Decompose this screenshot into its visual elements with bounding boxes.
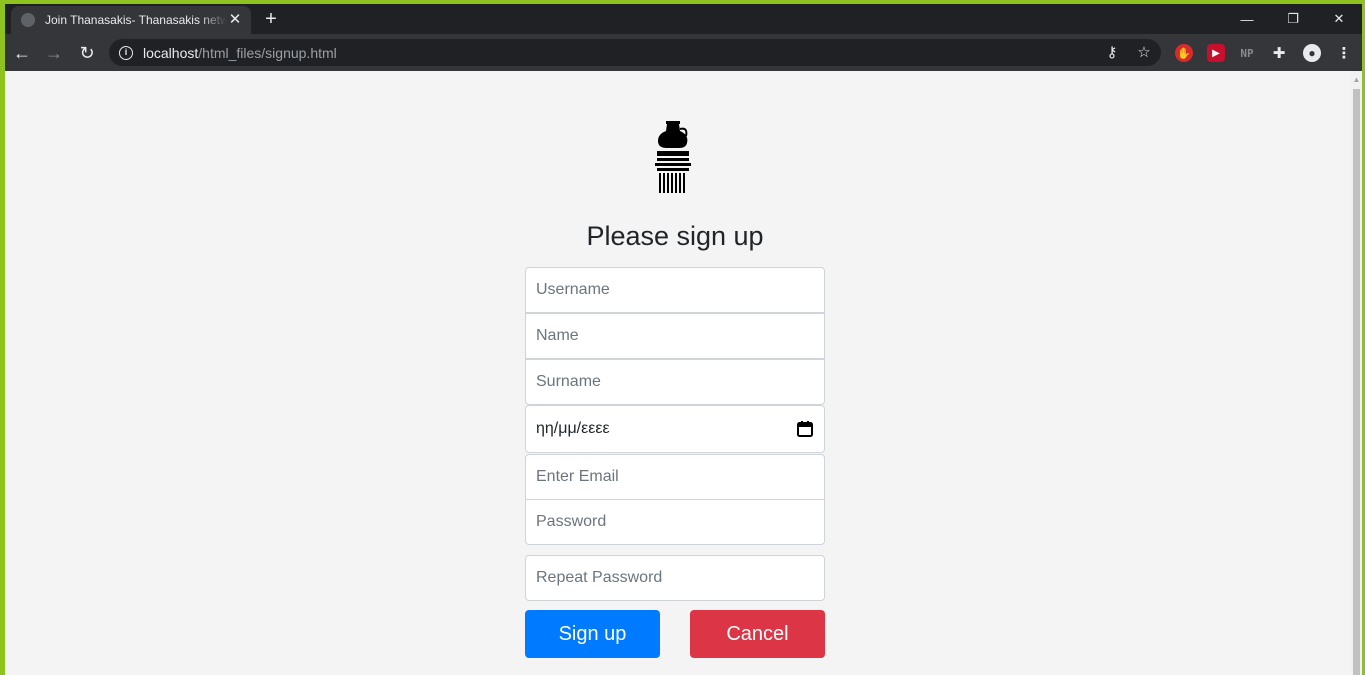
np-extension-icon[interactable]: NP	[1236, 44, 1258, 62]
globe-icon	[21, 13, 35, 27]
reload-button[interactable]: ↻	[74, 40, 100, 66]
bookmark-star-icon[interactable]: ☆	[1135, 44, 1153, 62]
cancel-button[interactable]: Cancel	[690, 610, 825, 658]
restore-button[interactable]: ❐	[1270, 4, 1316, 34]
puzzle-extensions-icon[interactable]: ✚	[1270, 44, 1288, 62]
page-content: Please sign up ηη/μμ/εεεε Sign up Cancel	[5, 71, 1351, 675]
adblock-extension-icon[interactable]: ✋	[1175, 44, 1193, 62]
surname-input[interactable]	[525, 359, 825, 405]
profile-avatar-icon[interactable]: ●	[1303, 44, 1321, 62]
vertical-scrollbar[interactable]: ▲	[1351, 71, 1362, 675]
scrollbar-thumb[interactable]	[1353, 89, 1360, 675]
browser-tab[interactable]: Join Thanasakis- Thanasakis network ✕	[11, 6, 251, 34]
scroll-up-arrow-icon[interactable]: ▲	[1351, 71, 1362, 88]
birthdate-input[interactable]: ηη/μμ/εεεε	[525, 405, 825, 453]
back-button[interactable]: ←	[9, 40, 35, 66]
email-input[interactable]	[525, 454, 825, 500]
browser-toolbar: ← → ↻ i localhost/html_files/signup.html…	[5, 34, 1362, 71]
page-title: Please sign up	[586, 221, 764, 251]
minimize-button[interactable]: —	[1224, 4, 1270, 34]
tab-title: Join Thanasakis- Thanasakis network	[45, 13, 227, 27]
forward-button[interactable]: →	[41, 40, 67, 66]
site-info-icon[interactable]: i	[119, 45, 133, 60]
url-path: /html_files/signup.html	[198, 44, 337, 61]
tab-strip: Join Thanasakis- Thanasakis network ✕ + …	[5, 4, 1362, 34]
calendar-icon[interactable]	[796, 420, 814, 438]
close-window-button[interactable]: ✕	[1316, 4, 1362, 34]
browser-menu-icon[interactable]: ⋮	[1335, 44, 1353, 62]
birthdate-value: ηη/μμ/εεεε	[536, 420, 610, 437]
browser-window: Join Thanasakis- Thanasakis network ✕ + …	[5, 4, 1362, 675]
key-icon[interactable]: ⚷	[1103, 44, 1121, 62]
window-controls: — ❐ ✕	[1224, 4, 1362, 34]
repeat-password-input[interactable]	[525, 555, 825, 601]
new-tab-button[interactable]: +	[260, 8, 282, 30]
video-extension-icon[interactable]: ▶	[1207, 44, 1225, 62]
tab-close-icon[interactable]: ✕	[227, 12, 243, 28]
url-host: localhost	[143, 44, 199, 61]
address-bar[interactable]: i localhost/html_files/signup.html ⚷ ☆	[109, 39, 1161, 66]
name-input[interactable]	[525, 313, 825, 359]
logo-icon	[655, 121, 691, 193]
signup-button[interactable]: Sign up	[525, 610, 660, 658]
username-input[interactable]	[525, 267, 825, 313]
password-input[interactable]	[525, 499, 825, 545]
